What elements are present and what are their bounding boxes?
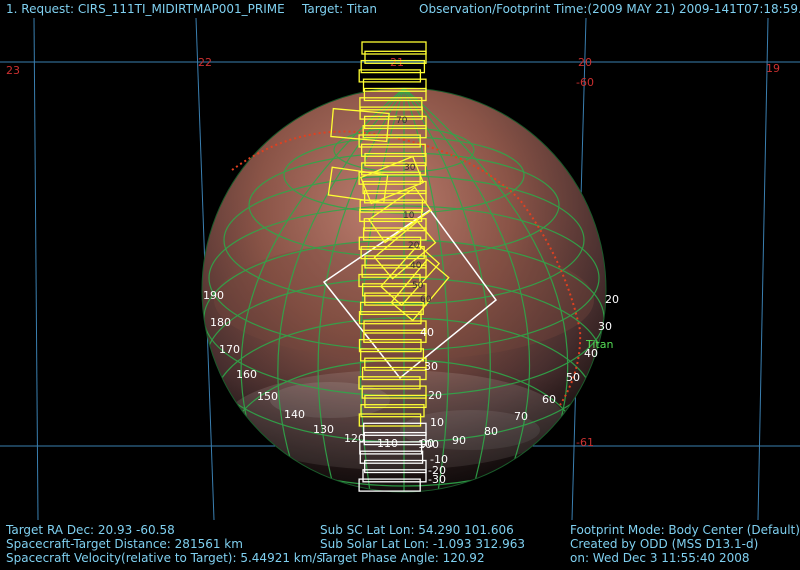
footprint-label: 10 bbox=[403, 211, 415, 221]
lat-label: 50 bbox=[566, 371, 580, 384]
center-lat-label: -30 bbox=[428, 473, 446, 486]
center-lat-label: 10 bbox=[430, 416, 444, 429]
spacecraft-velocity: Spacecraft Velocity(relative to Target):… bbox=[6, 551, 323, 565]
lat-label: 70 bbox=[514, 410, 528, 423]
footprint-label: 40 bbox=[410, 261, 422, 271]
center-lat-label: 30 bbox=[424, 360, 438, 373]
target-label: Target: Titan bbox=[302, 2, 377, 16]
created-by: Created by ODD (MSS D13.1-d) bbox=[570, 537, 759, 551]
spacecraft-target-distance: Spacecraft-Target Distance: 281561 km bbox=[6, 537, 243, 551]
lat-label: 20 bbox=[605, 293, 619, 306]
lon-label: 170 bbox=[219, 343, 240, 356]
lon-label: 110 bbox=[377, 437, 398, 450]
center-lat-label: 20 bbox=[428, 389, 442, 402]
footprint-label: 20 bbox=[408, 241, 420, 251]
lon-label: 140 bbox=[284, 408, 305, 421]
dec-label: -61 bbox=[576, 436, 594, 449]
ra-label: 20 bbox=[578, 56, 592, 69]
footprint-mode: Footprint Mode: Body Center (Default) bbox=[570, 523, 800, 537]
target-phase-angle: Target Phase Angle: 120.92 bbox=[320, 551, 485, 565]
fov-viewer[interactable]: 23 22 21 20 19 -60 -61 190 180 170 160 1… bbox=[0, 0, 800, 570]
lon-label: 180 bbox=[210, 316, 231, 329]
footprint-frame bbox=[361, 41, 427, 55]
center-lat-label: 00 bbox=[420, 437, 434, 450]
lon-label: 190 bbox=[203, 289, 224, 302]
lon-label: 160 bbox=[236, 368, 257, 381]
ra-label: 21 bbox=[390, 56, 404, 69]
footer-column-subpoints: Sub SC Lat Lon: 54.290 101.606 Sub Solar… bbox=[320, 523, 525, 565]
dec-label: -60 bbox=[576, 76, 594, 89]
observation-time-label: Observation/Footprint Time:(2009 MAY 21)… bbox=[419, 2, 800, 16]
created-on: on: Wed Dec 3 11:55:40 2008 bbox=[570, 551, 750, 565]
sub-solar-latlon: Sub Solar Lat Lon: -1.093 312.963 bbox=[320, 537, 526, 551]
footprint-label: 70 bbox=[396, 116, 408, 126]
footprint-label: 60 bbox=[420, 295, 432, 305]
lon-label: 130 bbox=[313, 423, 334, 436]
footprint-frame bbox=[358, 69, 422, 83]
footer-column-meta: Footprint Mode: Body Center (Default) Cr… bbox=[570, 523, 800, 565]
ra-label: 22 bbox=[198, 56, 212, 69]
request-label: 1. Request: CIRS_111TI_MIDIRTMAP001_PRIM… bbox=[6, 2, 285, 16]
footer-column-geometry: Target RA Dec: 20.93 -60.58 Spacecraft-T… bbox=[6, 523, 323, 565]
sub-sc-latlon: Sub SC Lat Lon: 54.290 101.606 bbox=[320, 523, 514, 537]
ra-label: 23 bbox=[6, 64, 20, 77]
lat-label: 60 bbox=[542, 393, 556, 406]
ra-label: 19 bbox=[766, 62, 780, 75]
lat-label: 30 bbox=[598, 320, 612, 333]
target-radec: Target RA Dec: 20.93 -60.58 bbox=[6, 523, 175, 537]
target-name-label: Titan bbox=[585, 338, 613, 351]
footprint-label: 30 bbox=[404, 163, 416, 173]
footprint-label: 50 bbox=[412, 281, 424, 291]
lat-label: 80 bbox=[484, 425, 498, 438]
lat-label: 90 bbox=[452, 434, 466, 447]
lon-label: 120 bbox=[344, 432, 365, 445]
center-lat-label: 40 bbox=[420, 326, 434, 339]
lon-label: 150 bbox=[257, 390, 278, 403]
